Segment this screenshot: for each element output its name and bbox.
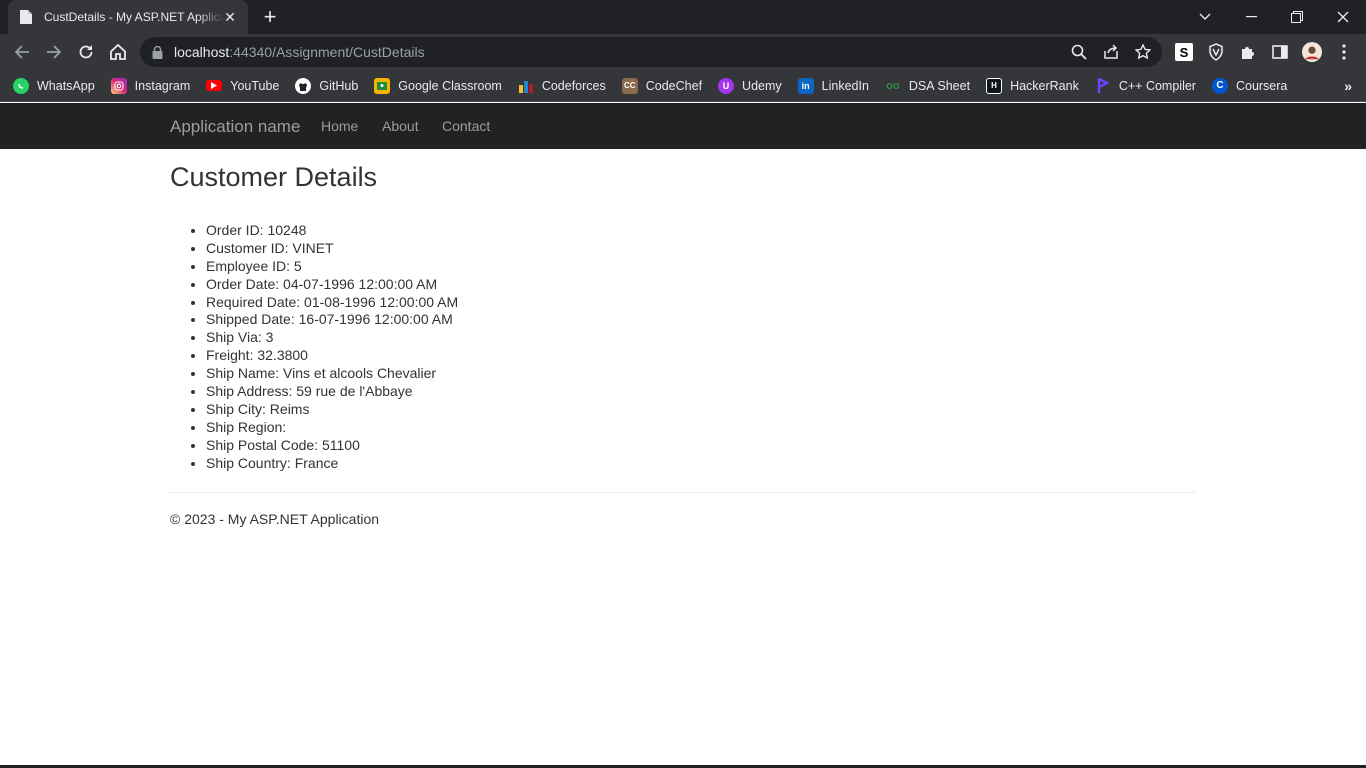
google-classroom-icon	[374, 77, 391, 94]
detail-ship-address: Ship Address: 59 rue de l'Abbaye	[206, 383, 458, 401]
back-button[interactable]	[8, 38, 36, 66]
codechef-icon: CC	[621, 77, 638, 94]
zoom-icon[interactable]	[1070, 43, 1088, 61]
github-icon	[295, 77, 312, 94]
bookmark-github[interactable]: GitHub	[295, 72, 365, 100]
shield-extension-icon[interactable]	[1206, 42, 1226, 62]
customer-details-list: Order ID: 10248 Customer ID: VINET Emplo…	[206, 222, 458, 472]
nav-about-link[interactable]: About	[382, 118, 419, 134]
bookmark-cpp-compiler[interactable]: C++ Compiler	[1095, 72, 1203, 100]
detail-customer-id: Customer ID: VINET	[206, 240, 458, 258]
address-bar[interactable]: localhost:44340/Assignment/CustDetails	[140, 37, 1162, 67]
detail-freight: Freight: 32.3800	[206, 347, 458, 365]
browser-menu-icon[interactable]	[1334, 42, 1354, 62]
url-path: :44340/Assignment/CustDetails	[229, 44, 425, 60]
detail-required-date: Required Date: 01-08-1996 12:00:00 AM	[206, 294, 458, 312]
lock-icon[interactable]	[152, 45, 164, 59]
detail-order-date: Order Date: 04-07-1996 12:00:00 AM	[206, 276, 458, 294]
share-icon[interactable]	[1102, 43, 1120, 61]
dsa-sheet-icon: oo	[886, 79, 900, 92]
detail-ship-region: Ship Region:	[206, 419, 458, 437]
bookmark-codechef[interactable]: CC CodeChef	[621, 72, 709, 100]
side-panel-icon[interactable]	[1270, 42, 1290, 62]
footer-divider	[170, 492, 1196, 493]
extension-s-icon[interactable]: S	[1174, 42, 1194, 62]
site-navbar: Application name Home About Contact	[0, 103, 1366, 149]
bookmark-star-icon[interactable]	[1134, 43, 1152, 61]
more-bookmarks-icon[interactable]: »	[1344, 78, 1352, 94]
detail-ship-via: Ship Via: 3	[206, 329, 458, 347]
close-tab-icon[interactable]: ✕	[222, 9, 238, 25]
url-host: localhost	[174, 44, 230, 60]
cpp-compiler-icon	[1095, 77, 1111, 94]
bookmark-instagram[interactable]: Instagram	[110, 72, 198, 100]
tab-strip: CustDetails - My ASP.NET Application ✕ +	[0, 0, 1366, 34]
page-footer: © 2023 - My ASP.NET Application	[170, 511, 380, 527]
bookmark-google-classroom[interactable]: Google Classroom	[374, 72, 509, 100]
browser-tab[interactable]: CustDetails - My ASP.NET Application ✕	[8, 0, 248, 34]
nav-home-link[interactable]: Home	[321, 118, 358, 134]
detail-ship-city: Ship City: Reims	[206, 401, 458, 419]
bookmarks-bar: WhatsApp Instagram YouTube GitHub Google…	[0, 70, 1366, 102]
svg-text:S: S	[1180, 45, 1189, 60]
minimize-button[interactable]	[1228, 0, 1274, 34]
close-window-button[interactable]	[1320, 0, 1366, 34]
detail-order-id: Order ID: 10248	[206, 222, 458, 240]
bookmark-codeforces[interactable]: Codeforces	[518, 72, 613, 100]
linkedin-icon: in	[797, 77, 814, 94]
forward-button[interactable]	[40, 38, 68, 66]
coursera-icon: C	[1211, 77, 1228, 94]
site-brand-link[interactable]: Application name	[170, 117, 300, 137]
bookmark-youtube[interactable]: YouTube	[206, 72, 286, 100]
page-icon	[18, 9, 34, 25]
nav-contact-link[interactable]: Contact	[442, 118, 490, 134]
restore-button[interactable]	[1274, 0, 1320, 34]
bookmark-linkedin[interactable]: in LinkedIn	[797, 72, 876, 100]
bookmark-dsa-sheet[interactable]: oo DSA Sheet	[885, 72, 977, 100]
new-tab-button[interactable]: +	[258, 5, 282, 29]
tab-search-icon[interactable]	[1182, 0, 1228, 34]
detail-employee-id: Employee ID: 5	[206, 258, 458, 276]
page-title: Customer Details	[170, 162, 378, 192]
extensions-puzzle-icon[interactable]	[1238, 42, 1258, 62]
whatsapp-icon	[13, 77, 29, 94]
detail-ship-country: Ship Country: France	[206, 455, 458, 473]
youtube-icon	[206, 80, 223, 91]
reload-button[interactable]	[72, 38, 100, 66]
home-button[interactable]	[104, 38, 132, 66]
detail-ship-name: Ship Name: Vins et alcools Chevalier	[206, 365, 458, 383]
browser-toolbar: localhost:44340/Assignment/CustDetails S	[0, 34, 1366, 70]
tab-title: CustDetails - My ASP.NET Application	[44, 10, 224, 24]
detail-shipped-date: Shipped Date: 16-07-1996 12:00:00 AM	[206, 311, 458, 329]
udemy-icon: U	[718, 77, 735, 94]
codeforces-icon	[518, 78, 534, 94]
bookmark-whatsapp[interactable]: WhatsApp	[13, 72, 102, 100]
profile-avatar[interactable]	[1302, 42, 1322, 62]
hackerrank-icon: H	[986, 77, 1003, 94]
bookmark-hackerrank[interactable]: H HackerRank	[986, 72, 1086, 100]
bookmark-udemy[interactable]: U Udemy	[718, 72, 789, 100]
detail-ship-postal-code: Ship Postal Code: 51100	[206, 437, 458, 455]
bookmark-coursera[interactable]: C Coursera	[1211, 72, 1294, 100]
instagram-icon	[110, 77, 127, 94]
